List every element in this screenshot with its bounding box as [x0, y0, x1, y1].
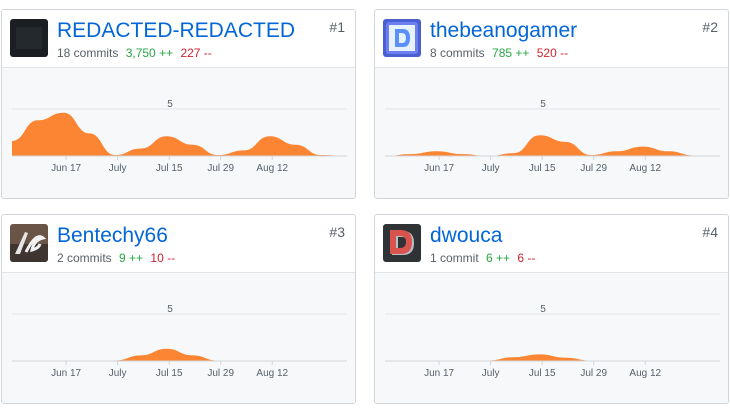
red-d-avatar-icon [383, 224, 421, 262]
rank: #3 [329, 224, 345, 240]
blue-d-avatar-icon [383, 19, 421, 57]
area-chart: 5 Jun 17 July Jul 15 Jul 29 Aug 12 [385, 304, 720, 379]
contribution-area [12, 112, 347, 156]
rank: #2 [702, 19, 718, 35]
x-tick-label: July [482, 163, 500, 174]
deletions: 227 -- [180, 46, 212, 60]
contributor-card: dwouca 1 commit 6 ++ 6 -- #4 5 Jun 17 July… [374, 214, 729, 404]
x-tick-label: Aug 12 [629, 368, 661, 379]
card-header: Bentechy66 2 commits 9 ++ 10 -- #3 [2, 215, 355, 273]
x-tick-label: Jul 15 [156, 163, 183, 174]
y-tick-label: 5 [167, 99, 173, 110]
y-tick-label: 5 [167, 304, 173, 315]
contribution-chart: 5 Jun 17 July Jul 15 Jul 29 Aug 12 [375, 273, 728, 403]
x-tick-label: July [109, 163, 127, 174]
card-header: thebeanogamer 8 commits 785 ++ 520 -- #2 [375, 10, 728, 68]
contribution-area [385, 354, 720, 361]
x-tick-label: Jul 15 [529, 163, 556, 174]
commit-count-link[interactable]: 18 commits [57, 46, 118, 60]
stats: 2 commits 9 ++ 10 -- [57, 250, 175, 266]
rank: #4 [702, 224, 718, 240]
y-tick-label: 5 [540, 304, 546, 315]
avatar[interactable] [10, 19, 48, 57]
avatar[interactable] [383, 19, 421, 57]
x-tick-label: July [109, 368, 127, 379]
username-link[interactable]: Bentechy66 [57, 224, 168, 248]
additions: 3,750 ++ [125, 46, 174, 60]
card-header: REDACTED-REDACTED 18 commits 3,750 ++ 22… [2, 10, 355, 68]
avatar[interactable] [383, 224, 421, 262]
x-tick-label: Jul 15 [156, 368, 183, 379]
contribution-chart: 5 Jun 17 July Jul 15 Jul 29 Aug 12 [2, 273, 355, 403]
area-chart: 5 Jun 17 July Jul 15 Jul 29 Aug 12 [12, 99, 347, 174]
deletions: 6 -- [517, 251, 536, 265]
rank: #1 [329, 19, 345, 35]
x-tick-label: Jul 29 [207, 163, 234, 174]
additions: 9 ++ [119, 251, 144, 265]
commit-count-link[interactable]: 1 commit [430, 251, 479, 265]
x-tick-label: Aug 12 [629, 163, 661, 174]
stats: 1 commit 6 ++ 6 -- [430, 250, 535, 266]
dark-avatar-icon [10, 19, 48, 57]
x-tick-label: Jun 17 [424, 163, 454, 174]
deletions: 520 -- [536, 46, 569, 60]
contributor-card: Bentechy66 2 commits 9 ++ 10 -- #3 5 Jun … [1, 214, 356, 404]
contribution-area [12, 348, 347, 361]
username-link[interactable]: REDACTED-REDACTED [57, 19, 295, 43]
deletions: 10 -- [150, 251, 176, 265]
area-chart: 5 Jun 17 July Jul 15 Jul 29 Aug 12 [12, 304, 347, 379]
bg-initials-avatar-icon [10, 224, 48, 262]
x-tick-label: Jun 17 [51, 368, 81, 379]
x-tick-label: Jun 17 [424, 368, 454, 379]
additions: 6 ++ [486, 251, 511, 265]
commit-count-link[interactable]: 2 commits [57, 251, 112, 265]
additions: 785 ++ [492, 46, 530, 60]
x-tick-label: Jul 29 [580, 368, 607, 379]
contribution-area [385, 135, 720, 156]
x-tick-label: Jul 15 [529, 368, 556, 379]
avatar[interactable] [10, 224, 48, 262]
contributor-card: REDACTED-REDACTED 18 commits 3,750 ++ 22… [1, 9, 356, 199]
commit-count-link[interactable]: 8 commits [430, 46, 485, 60]
card-header: dwouca 1 commit 6 ++ 6 -- #4 [375, 215, 728, 273]
username-link[interactable]: dwouca [430, 224, 502, 248]
x-tick-label: July [482, 368, 500, 379]
x-tick-label: Jul 29 [207, 368, 234, 379]
stats: 8 commits 785 ++ 520 -- [430, 45, 568, 61]
x-tick-label: Jul 29 [580, 163, 607, 174]
stats: 18 commits 3,750 ++ 227 -- [57, 45, 212, 61]
contribution-chart: 5 Jun 17 July Jul 15 Jul 29 Aug 12 [2, 68, 355, 198]
x-tick-label: Jun 17 [51, 163, 81, 174]
contribution-chart: 5 Jun 17 July Jul 15 Jul 29 Aug 12 [375, 68, 728, 198]
contributor-card: thebeanogamer 8 commits 785 ++ 520 -- #2… [374, 9, 729, 199]
y-tick-label: 5 [540, 99, 546, 110]
area-chart: 5 Jun 17 July Jul 15 Jul 29 Aug 12 [385, 99, 720, 174]
x-tick-label: Aug 12 [256, 368, 288, 379]
username-link[interactable]: thebeanogamer [430, 19, 577, 43]
x-tick-label: Aug 12 [256, 163, 288, 174]
